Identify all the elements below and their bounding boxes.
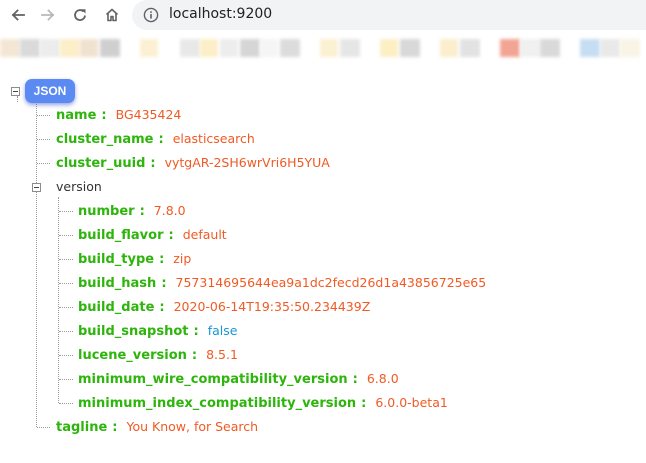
tree-guide-line xyxy=(37,139,50,140)
tree-guide-line xyxy=(36,102,37,427)
collapse-toggle-root[interactable] xyxy=(11,87,20,96)
json-key: build_hash xyxy=(78,276,157,291)
json-value: BG435424 xyxy=(115,107,182,122)
json-entry-build-flavor[interactable]: build_flavor: default xyxy=(78,225,227,245)
tree-guide-line xyxy=(59,259,73,260)
bookmark-blurred[interactable] xyxy=(340,39,360,57)
json-entry-min-index-compat[interactable]: minimum_index_compatibility_version:6.0.… xyxy=(78,393,448,413)
bookmark-blurred[interactable] xyxy=(100,39,120,57)
json-object-label: version xyxy=(56,179,102,194)
tree-guide-line xyxy=(37,115,50,116)
json-entry-cluster-name[interactable]: cluster_name: elasticsearch xyxy=(56,129,255,149)
arrow-right-icon xyxy=(41,9,55,21)
bookmark-blurred[interactable] xyxy=(80,39,98,57)
json-key: tagline xyxy=(56,420,108,435)
tree-guide-line xyxy=(59,403,73,404)
bookmark-blurred[interactable] xyxy=(220,39,238,57)
reload-icon xyxy=(74,9,86,21)
bookmark-blurred[interactable] xyxy=(200,39,218,57)
bookmark-blurred[interactable] xyxy=(180,39,200,57)
json-entry-build-type[interactable]: build_type: zip xyxy=(78,249,191,269)
bookmark-blurred[interactable] xyxy=(520,39,540,57)
bookmark-blurred[interactable] xyxy=(540,39,560,57)
bookmark-blurred[interactable] xyxy=(320,39,338,57)
json-value: 6.0.0-beta1 xyxy=(375,395,448,410)
json-value: 757314695644ea9a1dc2fecd26d1a43856725e65 xyxy=(175,275,487,290)
bookmark-blurred[interactable] xyxy=(400,39,420,57)
bookmark-blurred[interactable] xyxy=(600,39,620,57)
json-key: cluster_name xyxy=(56,132,154,147)
bookmark-blurred[interactable] xyxy=(620,39,640,57)
json-key: build_snapshot xyxy=(78,324,189,339)
json-value: 2020-06-14T19:35:50.234439Z xyxy=(173,299,371,314)
json-value: You Know, for Search xyxy=(126,419,259,434)
bookmark-blurred[interactable] xyxy=(140,39,158,57)
browser-toolbar: localhost:9200 xyxy=(0,0,646,30)
tree-guide-line xyxy=(37,427,50,428)
json-object-version[interactable]: version xyxy=(56,177,102,197)
json-entry-build-date[interactable]: build_date:2020-06-14T19:35:50.234439Z xyxy=(78,297,370,317)
address-bar[interactable]: localhost:9200 xyxy=(132,0,646,30)
json-key: build_flavor xyxy=(78,228,164,243)
json-key: minimum_wire_compatibility_version xyxy=(78,372,348,387)
bookmark-blurred[interactable] xyxy=(580,39,600,57)
json-key: cluster_uuid xyxy=(56,156,146,171)
json-entry-build-hash[interactable]: build_hash:757314695644ea9a1dc2fecd26d1a… xyxy=(78,273,486,293)
json-key: build_date xyxy=(78,300,155,315)
json-key: name xyxy=(56,108,97,123)
info-icon[interactable] xyxy=(143,7,159,23)
bookmark-blurred[interactable] xyxy=(380,39,398,57)
home-button[interactable] xyxy=(100,3,124,27)
json-key: build_type xyxy=(78,252,155,267)
url-text[interactable]: localhost:9200 xyxy=(169,6,272,22)
json-entry-min-wire-compat[interactable]: minimum_wire_compatibility_version:6.8.0 xyxy=(78,369,399,389)
bookmark-blurred[interactable] xyxy=(0,39,20,57)
json-key: minimum_index_compatibility_version xyxy=(78,396,357,411)
json-entry-cluster-uuid[interactable]: cluster_uuid: vytgAR-2SH6wrVri6H5YUA xyxy=(56,153,330,173)
tree-guide-line xyxy=(59,331,73,332)
json-value: false xyxy=(207,323,238,338)
tree-guide-line xyxy=(37,163,50,164)
bookmark-blurred[interactable] xyxy=(500,39,520,57)
bookmark-blurred[interactable] xyxy=(260,39,278,57)
json-entry-lucene-version[interactable]: lucene_version:8.5.1 xyxy=(78,345,238,365)
bookmark-blurred[interactable] xyxy=(20,39,40,57)
json-entry-build-snapshot[interactable]: build_snapshot: false xyxy=(78,321,237,341)
json-value: default xyxy=(182,227,227,242)
bookmark-blurred[interactable] xyxy=(280,39,300,57)
json-value: 6.8.0 xyxy=(366,371,399,386)
json-key: lucene_version xyxy=(78,348,187,363)
bookmark-blurred[interactable] xyxy=(240,39,260,57)
tree-guide-line xyxy=(59,235,73,236)
bookmark-blurred[interactable] xyxy=(60,39,80,57)
tree-guide-line xyxy=(59,211,73,212)
tree-guide-line xyxy=(17,96,18,102)
arrow-left-icon xyxy=(11,9,25,21)
json-key: number xyxy=(78,204,135,219)
forward-button[interactable] xyxy=(36,3,60,27)
back-button[interactable] xyxy=(6,3,30,27)
tree-guide-line xyxy=(59,283,73,284)
tree-guide-line xyxy=(59,379,73,380)
json-entry-number[interactable]: number:7.8.0 xyxy=(78,201,186,221)
json-value: zip xyxy=(173,251,192,266)
reload-button[interactable] xyxy=(68,3,92,27)
json-entry-name[interactable]: name: BG435424 xyxy=(56,105,181,125)
home-icon xyxy=(105,8,119,22)
json-entry-tagline[interactable]: tagline: You Know, for Search xyxy=(56,417,258,437)
json-root-badge[interactable]: JSON xyxy=(25,79,75,103)
bookmark-blurred[interactable] xyxy=(440,39,458,57)
tree-guide-line xyxy=(58,197,59,403)
bookmarks-bar xyxy=(0,30,646,64)
bookmark-blurred[interactable] xyxy=(460,39,480,57)
json-value: elasticsearch xyxy=(172,131,255,146)
json-value: 7.8.0 xyxy=(153,203,186,218)
page: localhost:9200 JSON name: BG435424 clus… xyxy=(0,0,646,463)
json-value: vytgAR-2SH6wrVri6H5YUA xyxy=(164,155,330,170)
bookmark-blurred[interactable] xyxy=(40,39,60,57)
collapse-toggle-version[interactable] xyxy=(32,183,41,192)
tree-guide-line xyxy=(59,355,73,356)
tree-guide-line xyxy=(59,307,73,308)
json-value: 8.5.1 xyxy=(206,347,238,362)
